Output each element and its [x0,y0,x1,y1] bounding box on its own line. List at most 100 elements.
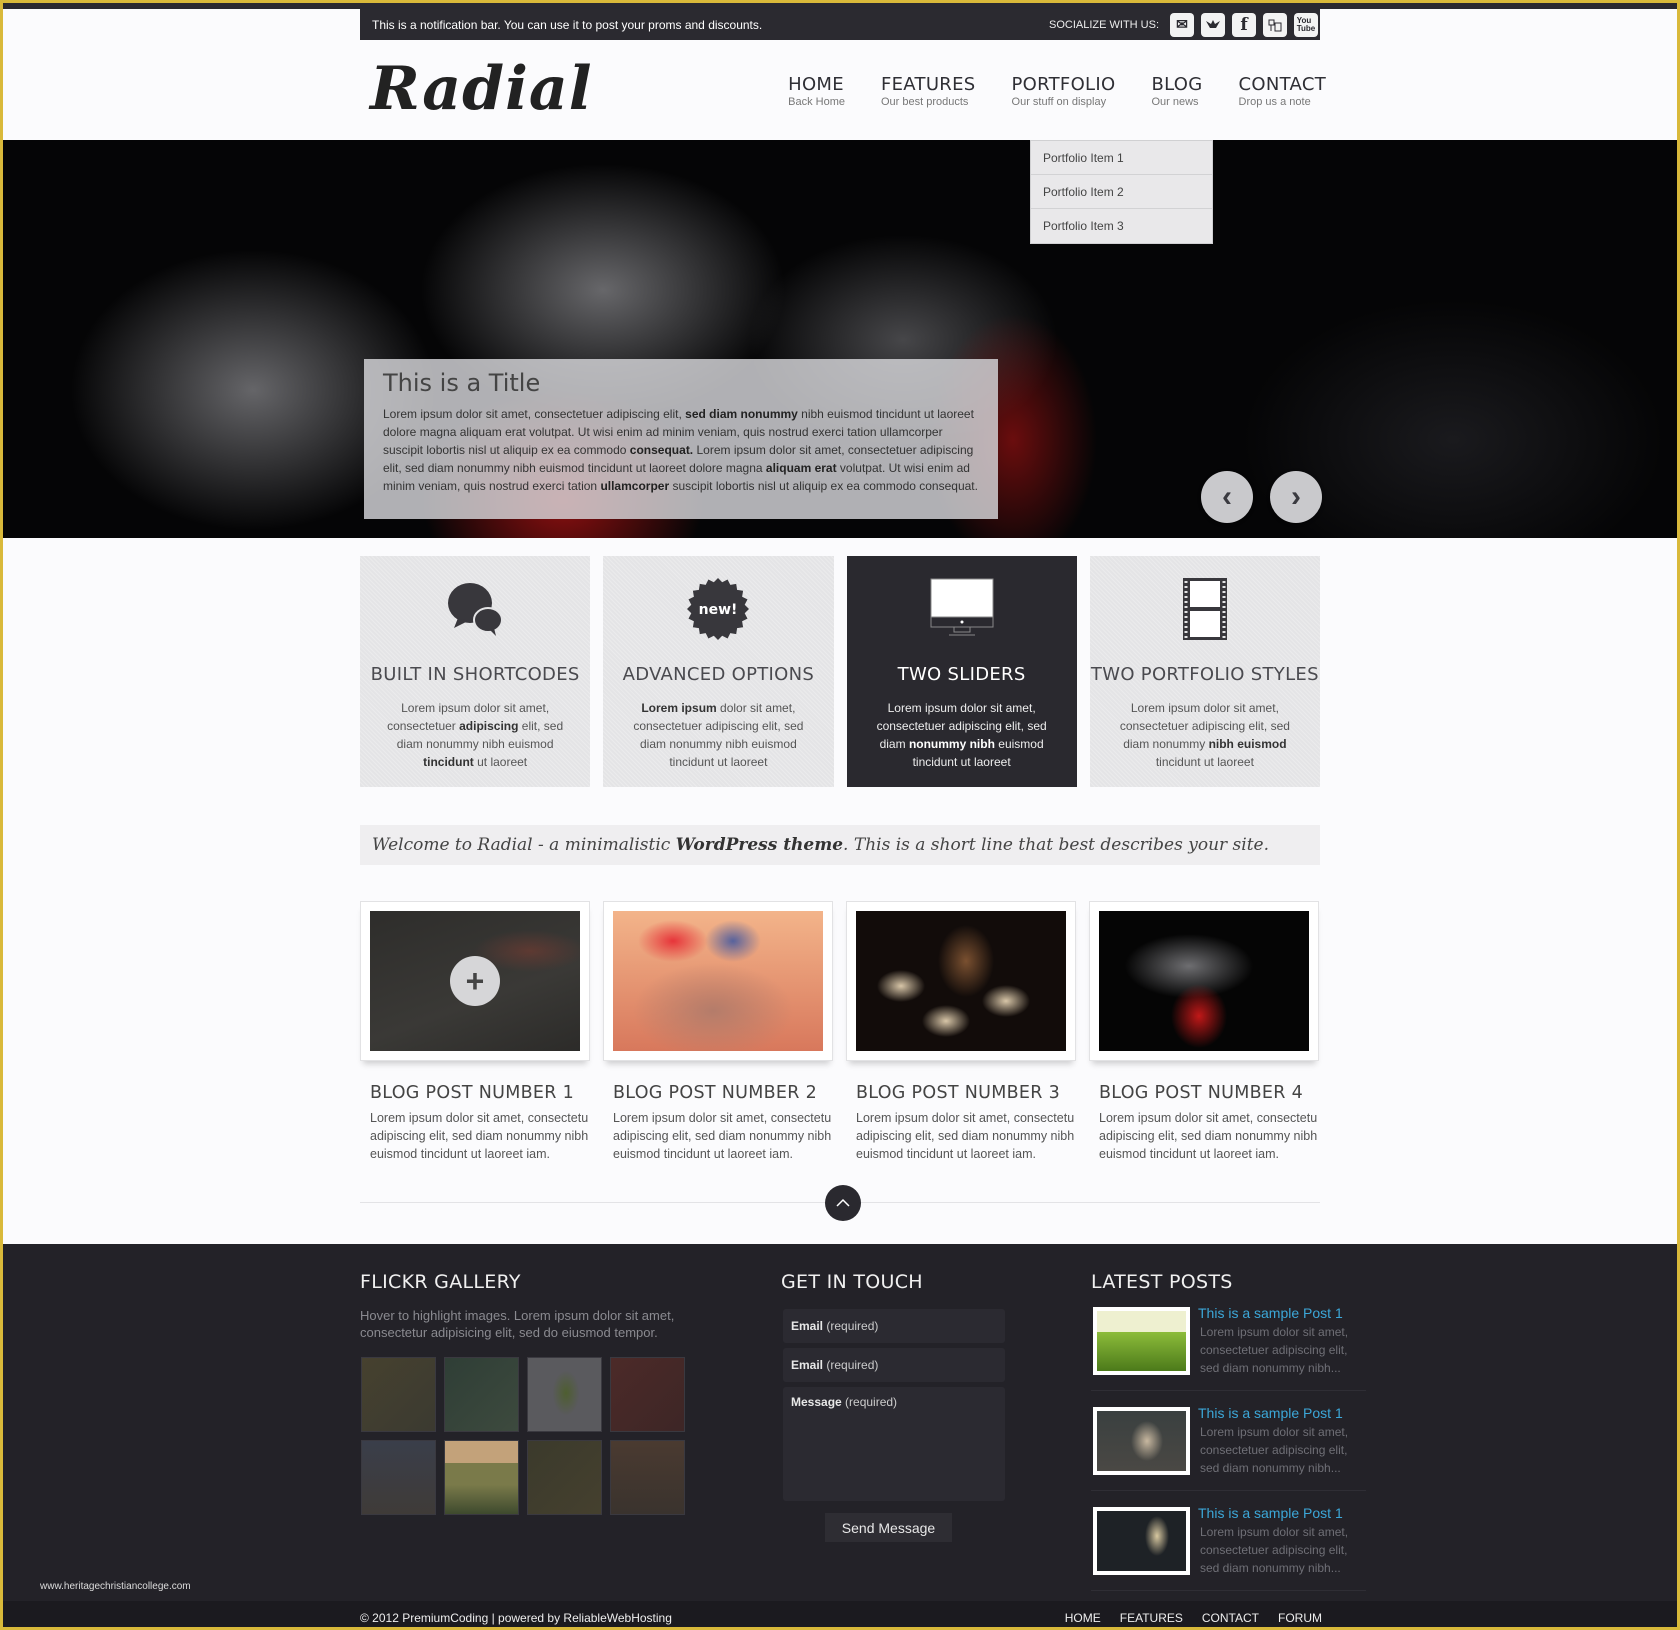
nav-blog[interactable]: BLOG Our news [1133,74,1220,108]
post-excerpt: Lorem ipsum dolor sit amet, consectetu a… [370,1111,589,1161]
latest-posts-title: LATEST POSTS [1091,1271,1233,1293]
zoom-plus-icon[interactable]: + [450,956,500,1006]
gallery-thumb[interactable] [610,1440,685,1515]
latest-post-thumb[interactable] [1093,1507,1190,1575]
new-badge-icon: new! [603,574,833,644]
latest-post-title[interactable]: This is a sample Post 1 [1198,1405,1343,1421]
badge-text: new! [699,602,738,618]
slider-prev-button[interactable]: ‹ [1201,471,1253,523]
latest-post-title[interactable]: This is a sample Post 1 [1198,1505,1343,1521]
chevron-left-icon: ‹ [1222,480,1232,513]
scroll-to-top-button[interactable] [825,1185,861,1221]
feature-title: BUILT IN SHORTCODES [370,664,580,685]
feature-title: TWO SLIDERS [897,664,1026,685]
gallery-thumb[interactable] [444,1440,519,1515]
footer-nav: HOME FEATURES CONTACT FORUM [1065,1611,1322,1625]
portfolio-dropdown: Portfolio Item 1 Portfolio Item 2 Portfo… [1030,140,1213,244]
feature-text: Lorem ipsum dolor sit amet, consectetuer… [876,701,1047,769]
nav-portfolio[interactable]: PORTFOLIO Our stuff on display [994,74,1134,108]
feature-text: Lorem ipsum dolor sit amet, consectetuer… [633,701,804,769]
logo[interactable]: Radial [370,54,593,124]
post-thumbnail[interactable] [846,901,1076,1061]
dropdown-item[interactable]: Portfolio Item 1 [1031,141,1212,175]
latest-post: This is a sample Post 1 Lorem ipsum dolo… [1091,1503,1366,1591]
feature-box-active[interactable]: TWO SLIDERS Lorem ipsum dolor sit amet, … [846,556,1077,787]
latest-post-thumb[interactable] [1093,1307,1190,1375]
gallery-thumb[interactable] [444,1357,519,1432]
nav-features[interactable]: FEATURES Our best products [863,74,994,108]
slider-next-button[interactable]: › [1270,471,1322,523]
monitor-icon [847,574,1077,644]
flickr-description: Hover to highlight images. Lorem ipsum d… [360,1308,675,1340]
twitter-icon[interactable] [1201,12,1225,37]
feature-title: ADVANCED OPTIONS [622,664,815,685]
social-label: SOCIALIZE WITH US: [1048,18,1159,31]
post-title[interactable]: BLOG POST NUMBER 2 [613,1083,833,1103]
latest-post-thumb[interactable] [1093,1407,1190,1475]
caption-title: This is a Title [383,369,541,397]
nav-subtitle: Our news [1151,96,1199,108]
latest-post-excerpt: Lorem ipsum dolor sit amet, consectetuer… [1200,1325,1349,1375]
film-strip-icon [1090,574,1320,644]
message-field[interactable]: Message (required) [783,1387,1005,1501]
gallery-thumb[interactable] [361,1440,436,1515]
latest-post-excerpt: Lorem ipsum dolor sit amet, consectetuer… [1200,1525,1349,1575]
post-title[interactable]: BLOG POST NUMBER 4 [1099,1083,1319,1103]
gallery-thumb[interactable] [361,1357,436,1432]
post-title[interactable]: BLOG POST NUMBER 1 [370,1083,590,1103]
features-row: BUILT IN SHORTCODES Lorem ipsum dolor si… [360,556,1320,787]
email-field-2[interactable]: Email (required) [783,1348,1005,1382]
latest-post-excerpt: Lorem ipsum dolor sit amet, consectetuer… [1200,1425,1349,1475]
nav-subtitle: Drop us a note [1238,96,1311,108]
chevron-right-icon: › [1291,480,1301,513]
youtube-icon[interactable]: You Tube [1294,12,1318,37]
feature-box[interactable]: BUILT IN SHORTCODES Lorem ipsum dolor si… [360,556,591,787]
dropdown-item[interactable]: Portfolio Item 2 [1031,175,1212,209]
post-title[interactable]: BLOG POST NUMBER 3 [856,1083,1076,1103]
copyright: © 2012 PremiumCoding | powered by Reliab… [360,1611,672,1625]
footer-nav-forum[interactable]: FORUM [1278,1611,1322,1625]
page: This is a notification bar. You can use … [3,3,1677,1627]
nav-title: HOME [788,74,844,95]
latest-post: This is a sample Post 1 Lorem ipsum dolo… [1091,1403,1366,1491]
feature-text: Lorem ipsum dolor sit amet, consectetuer… [387,701,564,769]
post-thumbnail[interactable] [1089,901,1319,1061]
post-image [1099,911,1309,1051]
dropdown-item[interactable]: Portfolio Item 3 [1031,209,1212,243]
footer-nav-features[interactable]: FEATURES [1120,1611,1183,1625]
feature-box[interactable]: new! ADVANCED OPTIONS Lorem ipsum dolor … [603,556,834,787]
tagline-text: Welcome to Radial - a minimalistic WordP… [372,835,1270,855]
footer-nav-home[interactable]: HOME [1065,1611,1101,1625]
post-image: + [370,911,580,1051]
post-thumbnail[interactable] [603,901,833,1061]
latest-post: This is a sample Post 1 Lorem ipsum dolo… [1091,1303,1366,1391]
gallery-thumb[interactable] [610,1357,685,1432]
latest-post-title[interactable]: This is a sample Post 1 [1198,1305,1343,1321]
blog-post: BLOG POST NUMBER 3 Lorem ipsum dolor sit… [846,901,1076,1163]
facebook-icon[interactable]: f [1232,12,1256,37]
nav-subtitle: Our best products [880,96,969,108]
post-excerpt: Lorem ipsum dolor sit amet, consectetu a… [1099,1111,1318,1161]
feature-text: Lorem ipsum dolor sit amet, consectetuer… [1119,701,1290,769]
flickr-icon[interactable] [1263,12,1287,37]
send-message-button[interactable]: Send Message [825,1513,952,1542]
feature-box[interactable]: TWO PORTFOLIO STYLES Lorem ipsum dolor s… [1089,556,1320,787]
speech-bubbles-icon [360,574,590,644]
watermark: www.heritagechristiancollege.com [40,1581,191,1592]
gallery-thumb[interactable] [527,1440,602,1515]
gallery-thumb[interactable] [527,1357,602,1432]
main-nav: HOME Back Home FEATURES Our best product… [770,74,1326,108]
header: Radial HOME Back Home FEATURES Our best … [360,40,1326,140]
mail-icon[interactable]: ✉ [1170,12,1194,37]
post-excerpt: Lorem ipsum dolor sit amet, consectetu a… [856,1111,1075,1161]
nav-home[interactable]: HOME Back Home [770,74,863,108]
nav-contact[interactable]: CONTACT Drop us a note [1221,74,1326,108]
footer-nav-contact[interactable]: CONTACT [1202,1611,1259,1625]
feature-title: TWO PORTFOLIO STYLES [1090,664,1319,685]
nav-title: BLOG [1151,74,1203,95]
post-thumbnail[interactable]: + [360,901,590,1061]
nav-title: FEATURES [880,74,976,95]
blog-post: + BLOG POST NUMBER 1 Lorem ipsum dolor s… [360,901,590,1163]
nav-subtitle: Back Home [788,96,845,108]
email-field[interactable]: Email (required) [783,1309,1005,1343]
